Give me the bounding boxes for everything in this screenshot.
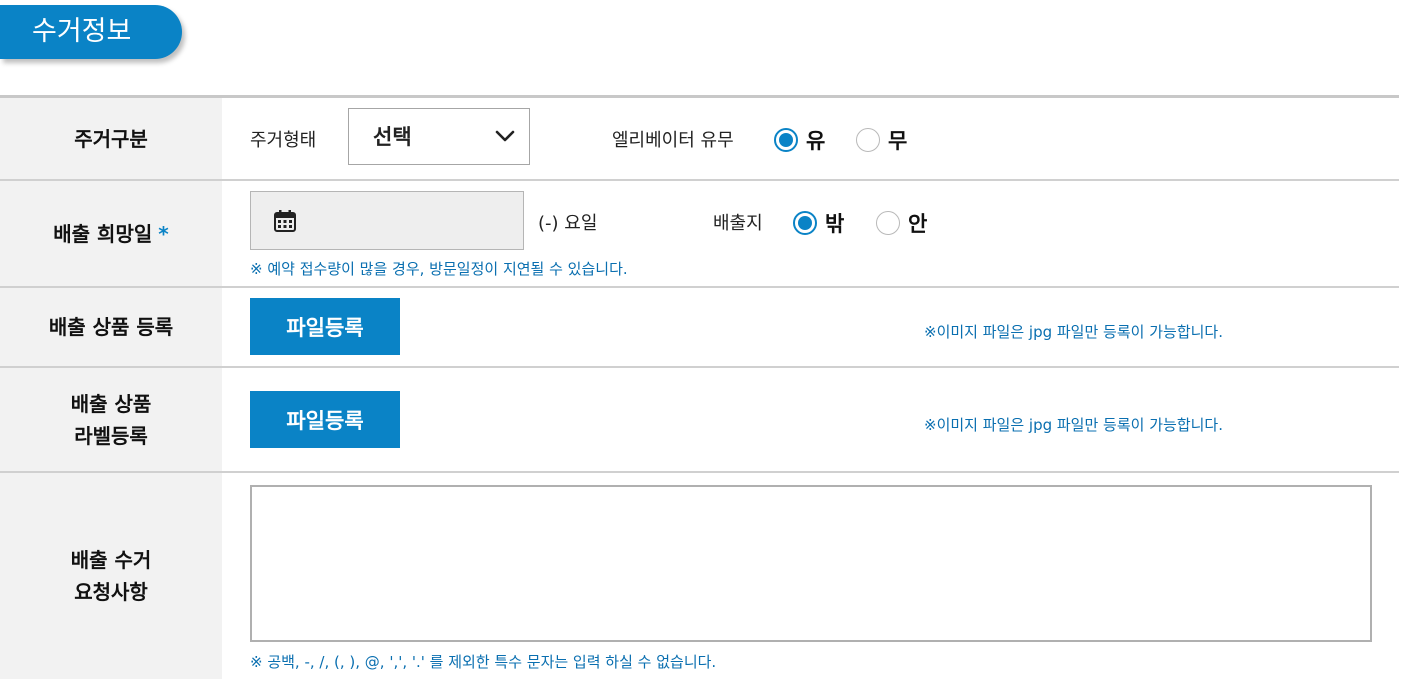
elevator-no-label: 무 [888, 129, 908, 153]
location-outside-radio[interactable]: 밖 [793, 208, 844, 238]
date-input[interactable] [250, 191, 524, 250]
elevator-no-radio[interactable]: 무 [856, 125, 907, 155]
request-label-line1: 배출 수거 [70, 548, 152, 572]
pickup-info-form: 주거구분 주거형태 선택 엘리베이터 유무 유 무 배출 희망일 * (-) 요… [0, 95, 1399, 679]
section-title: 수거정보 [0, 5, 182, 59]
radio-checked-icon [774, 128, 798, 152]
elevator-yes-radio[interactable]: 유 [774, 125, 825, 155]
housing-type-label: 주거형태 [250, 130, 317, 151]
elevator-yes-label: 유 [806, 129, 826, 153]
label-reg-row: 배출 상품 라벨등록 파일등록 ※이미지 파일은 jpg 파일만 등록이 가능합… [0, 368, 1399, 473]
required-mark: * [158, 221, 169, 246]
radio-unchecked-icon [856, 128, 880, 152]
product-row: 배출 상품 등록 파일등록 ※이미지 파일은 jpg 파일만 등록이 가능합니다… [0, 288, 1399, 368]
date-label: 배출 희망일 [53, 221, 153, 246]
radio-unchecked-icon [876, 211, 900, 235]
label-reg-cell: 파일등록 ※이미지 파일은 jpg 파일만 등록이 가능합니다. [222, 368, 1399, 471]
location-label: 배출지 [713, 213, 763, 234]
housing-label: 주거구분 [74, 126, 148, 151]
request-cell: ※ 공백, -, /, (, ), @, ',', '.' 를 제외한 특수 문… [222, 473, 1399, 679]
product-label: 배출 상품 등록 [48, 315, 174, 339]
product-cell: 파일등록 ※이미지 파일은 jpg 파일만 등록이 가능합니다. [222, 288, 1399, 366]
date-header: 배출 희망일 * [0, 181, 222, 286]
date-note: ※ 예약 접수량이 많을 경우, 방문일정이 지연될 수 있습니다. [250, 260, 628, 278]
chevron-down-icon [495, 130, 515, 142]
request-header: 배출 수거 요청사항 [0, 473, 222, 679]
housing-header: 주거구분 [0, 98, 222, 179]
request-note: ※ 공백, -, /, (, ), @, ',', '.' 를 제외한 특수 문… [250, 653, 717, 671]
housing-cell: 주거형태 선택 엘리베이터 유무 유 무 [222, 98, 1399, 179]
housing-type-select[interactable]: 선택 [348, 108, 530, 165]
product-header: 배출 상품 등록 [0, 288, 222, 366]
label-reg-header: 배출 상품 라벨등록 [0, 368, 222, 471]
request-label-line2: 요청사항 [74, 580, 148, 604]
weekday-text: (-) 요일 [538, 213, 598, 234]
date-cell: (-) 요일 배출지 밖 안 ※ 예약 접수량이 많을 경우, 방문일정이 지연… [222, 181, 1399, 286]
label-reg-note: ※이미지 파일은 jpg 파일만 등록이 가능합니다. [924, 416, 1223, 434]
location-inside-radio[interactable]: 안 [876, 208, 927, 238]
label-file-upload-button[interactable]: 파일등록 [250, 391, 400, 448]
product-note: ※이미지 파일은 jpg 파일만 등록이 가능합니다. [924, 323, 1223, 341]
elevator-label: 엘리베이터 유무 [612, 130, 734, 151]
request-textarea[interactable] [250, 485, 1372, 642]
location-inside-label: 안 [908, 212, 928, 236]
location-outside-label: 밖 [825, 212, 845, 236]
date-row: 배출 희망일 * (-) 요일 배출지 밖 안 ※ 예약 접수량이 많을 경우,… [0, 181, 1399, 288]
request-row: 배출 수거 요청사항 ※ 공백, -, /, (, ), @, ',', '.'… [0, 473, 1399, 679]
housing-row: 주거구분 주거형태 선택 엘리베이터 유무 유 무 [0, 98, 1399, 181]
housing-type-select-value: 선택 [373, 125, 412, 149]
calendar-icon [274, 210, 296, 232]
label-reg-label-line2: 라벨등록 [74, 423, 148, 448]
product-file-upload-button[interactable]: 파일등록 [250, 298, 400, 355]
radio-checked-icon [793, 211, 817, 235]
label-reg-label-line1: 배출 상품 [70, 391, 152, 416]
